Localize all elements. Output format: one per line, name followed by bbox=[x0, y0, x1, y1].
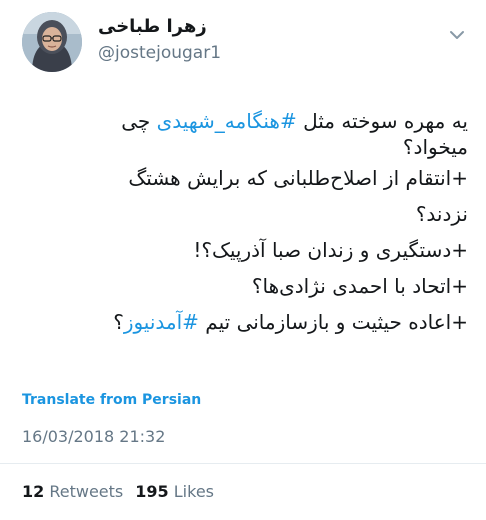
tweet-line: +اعاده حیثیت و بازسازمانی تیم #آمدنیوز؟ bbox=[22, 304, 468, 340]
tweet-line: میخواد؟ bbox=[402, 135, 468, 159]
tweet-line: +اتحاد با احمدی نژادی‌ها؟ bbox=[251, 274, 468, 298]
retweets-count: 12 bbox=[22, 482, 45, 501]
tweet-text: یه مهره سوخته مثل #هنگامه_شهیدی چی میخوا… bbox=[22, 108, 468, 340]
tweet-line: +انتقام از اصلاح‌طلبانی که برایش هشتگ bbox=[128, 166, 468, 190]
avatar-image bbox=[22, 12, 82, 72]
retweets-label: Retweets bbox=[49, 482, 124, 501]
translate-link[interactable]: Translate from Persian bbox=[22, 392, 201, 408]
tweet-stats: 12 Retweets 195 Likes bbox=[22, 482, 214, 501]
tweet-line: یه مهره سوخته مثل #هنگامه_شهیدی چی bbox=[22, 108, 468, 134]
tweet-text-segment: چی bbox=[121, 109, 157, 133]
hashtag-link[interactable]: #آمدنیوز bbox=[124, 310, 199, 334]
tweet-timestamp[interactable]: 16/03/2018 21:32 bbox=[22, 427, 165, 446]
tweet-text-segment: یه مهره سوخته مثل bbox=[296, 109, 468, 133]
likes-count: 195 bbox=[135, 482, 169, 501]
chevron-down-icon[interactable] bbox=[446, 24, 468, 46]
tweet-text-segment: ؟ bbox=[113, 310, 124, 334]
likes-stat[interactable]: 195 Likes bbox=[135, 482, 214, 501]
tweet-text-segment: +اعاده حیثیت و بازسازمانی تیم bbox=[198, 310, 468, 334]
tweet-line: نزدند؟ bbox=[415, 202, 468, 226]
tweet-line: +دستگیری و زندان صبا آذرپیک؟! bbox=[193, 238, 468, 262]
divider bbox=[0, 463, 486, 464]
likes-label: Likes bbox=[173, 482, 214, 501]
user-handle[interactable]: @jostejougar1 bbox=[98, 43, 221, 63]
user-display-name[interactable]: زهرا طباخی bbox=[98, 16, 207, 37]
retweets-stat[interactable]: 12 Retweets bbox=[22, 482, 123, 501]
hashtag-link[interactable]: #هنگامه_شهیدی bbox=[157, 109, 297, 133]
avatar[interactable] bbox=[22, 12, 82, 72]
